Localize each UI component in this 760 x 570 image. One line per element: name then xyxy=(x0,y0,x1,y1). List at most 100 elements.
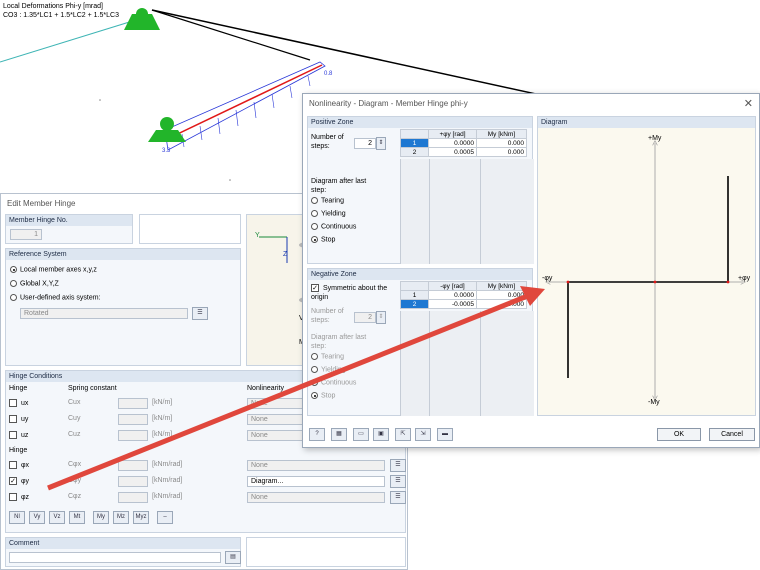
viewport-combo: CO3 : 1.35*LC1 + 1.5*LC2 + 1.5*LC3 xyxy=(3,12,119,19)
radio-icon xyxy=(311,223,318,230)
hinge-checkbox[interactable]: uy xyxy=(9,415,28,423)
tool-vy-icon[interactable]: Vy xyxy=(29,511,45,524)
hinge-checkbox[interactable]: φz xyxy=(9,493,29,501)
comment-input[interactable] xyxy=(9,552,221,563)
comment-panel: Comment ▤ xyxy=(5,537,241,567)
diagram-label: Diagram xyxy=(538,117,755,128)
spring-input[interactable] xyxy=(118,492,148,503)
minus-m-label: -My xyxy=(648,399,660,406)
pos-col2-header: My [kNm] xyxy=(476,129,527,139)
tool-my-icon[interactable]: My xyxy=(93,511,109,524)
table-row[interactable]: 1 0.0000 0.000 xyxy=(400,290,527,300)
comment-extra-panel xyxy=(246,537,406,567)
value-end-label: 0.8 xyxy=(324,71,333,77)
neg-opt-stop-label: Stop xyxy=(321,392,336,400)
export-icon[interactable]: ⇱ xyxy=(395,428,411,441)
hinge-checkbox[interactable]: uz xyxy=(9,431,28,439)
neg-opt-stop[interactable]: Stop xyxy=(311,392,335,399)
help-icon[interactable]: ? xyxy=(309,428,325,441)
print-icon[interactable]: ▬ xyxy=(437,428,453,441)
hinge-checkbox[interactable]: ✓ φy xyxy=(9,477,29,485)
neg-opt-tearing-label: Tearing xyxy=(321,353,344,361)
neg-opt-tearing[interactable]: Tearing xyxy=(311,353,344,360)
nonlinearity-edit-icon[interactable]: ☰ xyxy=(390,459,406,472)
user-axis-select[interactable]: Rotated xyxy=(20,308,188,319)
table-row[interactable]: 1 0.0000 0.000 xyxy=(400,138,527,148)
radio-local-axes[interactable]: Local member axes x,y,z xyxy=(10,266,97,273)
axis-edit-button[interactable]: ☰ xyxy=(192,307,208,320)
tool-extra-icon[interactable]: – xyxy=(157,511,173,524)
spring-unit: [kN/m] xyxy=(152,415,173,422)
neg-opt-continuous-label: Continuous xyxy=(321,379,357,387)
pos-steps-spinner[interactable]: ⇕ xyxy=(376,137,386,150)
table-row[interactable]: 2 0.0005 0.000 xyxy=(400,147,527,157)
neg-table-body xyxy=(400,311,534,416)
spring-symbol: Cφy xyxy=(68,477,82,484)
pos-opt-yielding[interactable]: Yielding xyxy=(311,210,346,217)
neg-opt-continuous[interactable]: Continuous xyxy=(311,379,356,386)
spring-input[interactable] xyxy=(118,398,148,409)
neg-col2-header: My [kNm] xyxy=(476,281,527,291)
import-icon[interactable]: ⇲ xyxy=(415,428,431,441)
checkbox-icon: ✓ xyxy=(311,284,319,293)
pos-opt-stop-label: Stop xyxy=(321,236,336,244)
ok-button[interactable]: OK xyxy=(657,428,701,441)
spring-input[interactable] xyxy=(118,430,148,441)
positive-table[interactable]: +φy [rad] My [kNm] 1 0.0000 0.000 2 0.00… xyxy=(400,129,527,157)
pos-opt-tearing[interactable]: Tearing xyxy=(311,197,344,204)
tool-vz-icon[interactable]: Vz xyxy=(49,511,65,524)
hinge-checkbox[interactable]: φx xyxy=(9,461,29,469)
comment-label: Comment xyxy=(6,538,240,549)
symmetric-checkbox[interactable]: ✓ Symmetric about the origin xyxy=(311,284,397,302)
diagram-curve xyxy=(567,176,729,378)
tool-myz-icon[interactable]: Myz xyxy=(133,511,149,524)
radio-icon xyxy=(311,197,318,204)
radio-user-label: User-defined axis system: xyxy=(20,294,101,302)
hinge-no-field[interactable]: 1 xyxy=(10,229,42,240)
radio-user-axes[interactable]: User-defined axis system: xyxy=(10,294,101,301)
pos-opt-stop[interactable]: Stop xyxy=(311,236,335,243)
radio-icon xyxy=(10,280,17,287)
checkbox-icon xyxy=(9,493,17,501)
ref-system-label: Reference System xyxy=(6,249,240,260)
hinge-checkbox[interactable]: ux xyxy=(9,399,28,407)
close-icon[interactable]: ✕ xyxy=(744,97,753,110)
radio-global-axes[interactable]: Global X,Y,Z xyxy=(10,280,59,287)
pos-table-body xyxy=(400,159,534,264)
save-icon[interactable]: ▣ xyxy=(373,428,389,441)
spring-unit: [kNm/rad] xyxy=(152,461,183,468)
table-row[interactable]: 2 -0.0005 0.000 xyxy=(400,299,527,309)
neg-opt-yielding[interactable]: Yielding xyxy=(311,366,346,373)
neg-steps-spinner[interactable]: ⇕ xyxy=(376,311,386,324)
member-line-lower xyxy=(151,9,311,61)
open-icon[interactable]: ▭ xyxy=(353,428,369,441)
pos-opt-continuous[interactable]: Continuous xyxy=(311,223,356,230)
radio-icon xyxy=(311,392,318,399)
spring-symbol: Cφx xyxy=(68,461,82,468)
radio-icon xyxy=(311,379,318,386)
spring-unit: [kNm/rad] xyxy=(152,493,183,500)
comment-library-icon[interactable]: ▤ xyxy=(225,551,241,564)
negative-table[interactable]: -φy [rad] My [kNm] 1 0.0000 0.000 2 -0.0… xyxy=(400,281,527,309)
nonlinearity-select[interactable]: Diagram... xyxy=(247,476,385,487)
nonlinearity-edit-icon[interactable]: ☰ xyxy=(390,475,406,488)
spring-symbol: Cφz xyxy=(68,493,82,500)
spring-input[interactable] xyxy=(118,414,148,425)
spring-input[interactable] xyxy=(118,460,148,471)
tool-nl-icon[interactable]: Nl xyxy=(9,511,25,524)
pos-steps-input[interactable]: 2 xyxy=(354,138,376,149)
nonlinearity-select[interactable]: None xyxy=(247,492,385,503)
neg-steps-input[interactable]: 2 xyxy=(354,312,376,323)
ref-system-panel: Reference System Local member axes x,y,z… xyxy=(5,248,241,366)
cancel-button[interactable]: Cancel xyxy=(709,428,755,441)
table-icon[interactable]: ▦ xyxy=(331,428,347,441)
pos-opt-tearing-label: Tearing xyxy=(321,197,344,205)
pos-opt-continuous-label: Continuous xyxy=(321,223,357,231)
tool-mz-icon[interactable]: Mz xyxy=(113,511,129,524)
nonlinearity-select[interactable]: None xyxy=(247,460,385,471)
spring-input[interactable] xyxy=(118,476,148,487)
minus-phi-label: -φy xyxy=(542,275,553,282)
nonlinearity-edit-icon[interactable]: ☰ xyxy=(390,491,406,504)
diagram-plot xyxy=(538,128,757,417)
tool-mt-icon[interactable]: Mt xyxy=(69,511,85,524)
